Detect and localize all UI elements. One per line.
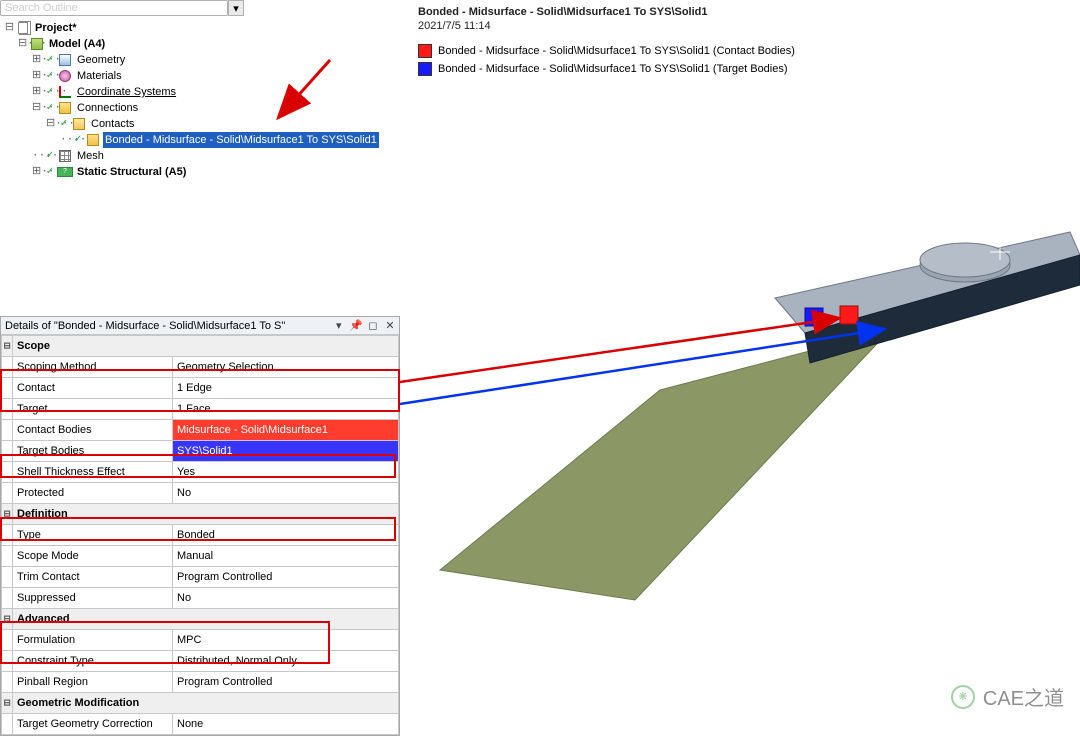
row-suppressed[interactable]: SuppressedNo xyxy=(2,588,399,609)
details-panel: Details of "Bonded - Midsurface - Solid\… xyxy=(0,316,400,736)
details-grid: ⊟Scope Scoping MethodGeometry Selection … xyxy=(1,335,399,735)
row-target-bodies[interactable]: Target BodiesSYS\Solid1 xyxy=(2,441,399,462)
tree-item-connections[interactable]: ⊟···· ✓ Connections xyxy=(4,100,400,116)
twisty-plus-icon[interactable]: ⊞···· xyxy=(32,84,43,100)
row-target-geom-corr[interactable]: Target Geometry CorrectionNone xyxy=(2,714,399,735)
contacts-icon xyxy=(71,117,87,131)
tree-label: Model (A4) xyxy=(47,36,107,52)
outline-search-placeholder: Search Outline xyxy=(5,2,78,14)
model-scene xyxy=(410,0,1080,723)
row-pinball[interactable]: Pinball RegionProgram Controlled xyxy=(2,672,399,693)
details-header: Details of "Bonded - Midsurface - Solid\… xyxy=(1,317,399,335)
tree-item-static[interactable]: ⊞···· ✓ ? Static Structural (A5) xyxy=(4,164,400,180)
close-icon[interactable]: ✕ xyxy=(383,319,397,332)
boss-rim xyxy=(920,243,1010,277)
outline-search-dropdown[interactable]: ▾ xyxy=(228,0,244,16)
tree-label-selected: Bonded - Midsurface - Solid\Midsurface1 … xyxy=(103,132,379,148)
tree-label: Connections xyxy=(75,100,140,116)
tree-label: Geometry xyxy=(75,52,127,68)
row-trim-contact[interactable]: Trim ContactProgram Controlled xyxy=(2,567,399,588)
target-marker xyxy=(805,308,823,326)
static-structural-icon: ? xyxy=(57,165,73,179)
twisty-plus-icon[interactable]: ⊞···· xyxy=(32,68,43,84)
row-type[interactable]: TypeBonded xyxy=(2,525,399,546)
tree-item-geometry[interactable]: ⊞···· ✓ Geometry xyxy=(4,52,400,68)
row-scoping-method[interactable]: Scoping MethodGeometry Selection xyxy=(2,357,399,378)
contact-region-icon xyxy=(85,133,101,147)
midsurface-body xyxy=(440,330,890,600)
twisty-minus-icon[interactable]: ⊟······ xyxy=(18,36,29,52)
tree-item-contacts[interactable]: ⊟··· ✓ Contacts xyxy=(4,116,400,132)
tree-label: Coordinate Systems xyxy=(75,84,178,100)
project-icon xyxy=(15,21,31,35)
undock-icon[interactable]: ◻ xyxy=(366,319,380,332)
check-question-icon: ✓ xyxy=(43,164,57,180)
outline-search[interactable]: Search Outline xyxy=(0,0,228,16)
check-icon: ✓ xyxy=(43,148,57,164)
geometry-icon xyxy=(57,53,73,67)
connections-icon xyxy=(57,101,73,115)
dropdown-icon[interactable]: ▾ xyxy=(332,319,346,332)
contact-marker xyxy=(840,306,858,324)
tree-label: Materials xyxy=(75,68,124,84)
graphics-area[interactable]: Bonded - Midsurface - Solid\Midsurface1 … xyxy=(410,0,1080,723)
twisty-minus-icon[interactable]: ⊟ xyxy=(4,20,15,36)
row-contact-bodies[interactable]: Contact BodiesMidsurface - Solid\Midsurf… xyxy=(2,420,399,441)
tree-item-model[interactable]: ⊟······ Model (A4) xyxy=(4,36,400,52)
check-icon: ✓ xyxy=(43,100,57,116)
tree-item-project[interactable]: ⊟ Project* xyxy=(4,20,400,36)
twisty-minus-icon[interactable]: ⊟···· xyxy=(32,100,43,116)
group-scope[interactable]: ⊟Scope xyxy=(2,336,399,357)
tree-item-bonded[interactable]: ····· ✓ Bonded - Midsurface - Solid\Mids… xyxy=(4,132,400,148)
check-icon: ✓ xyxy=(43,52,57,68)
tree-label: Mesh xyxy=(75,148,106,164)
tree-label: Static Structural (A5) xyxy=(75,164,188,180)
outline-tree: ⊟ Project* ⊟······ Model (A4) ⊞···· ✓ Ge… xyxy=(0,20,400,180)
row-protected[interactable]: ProtectedNo xyxy=(2,483,399,504)
watermark: ✳ CAE之道 xyxy=(951,682,1064,711)
check-icon: ✓ xyxy=(43,68,57,84)
tree-item-materials[interactable]: ⊞···· ✓ Materials xyxy=(4,68,400,84)
group-advanced[interactable]: ⊟Advanced xyxy=(2,609,399,630)
group-geommod[interactable]: ⊟Geometric Modification xyxy=(2,693,399,714)
twisty-minus-icon[interactable]: ⊟··· xyxy=(46,116,57,132)
row-formulation[interactable]: FormulationMPC xyxy=(2,630,399,651)
row-shell-thickness[interactable]: Shell Thickness EffectYes xyxy=(2,462,399,483)
tree-label: Project* xyxy=(33,20,79,36)
twisty-plus-icon[interactable]: ⊞···· xyxy=(32,52,43,68)
pin-icon[interactable]: 📌 xyxy=(349,319,363,332)
materials-icon xyxy=(57,69,73,83)
tree-leaf-icon: ····· xyxy=(32,148,43,164)
row-target[interactable]: Target1 Face xyxy=(2,399,399,420)
tree-item-mesh[interactable]: ····· ✓ Mesh xyxy=(4,148,400,164)
row-scope-mode[interactable]: Scope ModeManual xyxy=(2,546,399,567)
row-constraint-type[interactable]: Constraint TypeDistributed, Normal Only xyxy=(2,651,399,672)
tree-leaf-icon: ····· xyxy=(60,132,71,148)
twisty-plus-icon[interactable]: ⊞···· xyxy=(32,164,43,180)
tree-label: Contacts xyxy=(89,116,136,132)
mesh-icon xyxy=(57,149,73,163)
row-contact[interactable]: Contact1 Edge xyxy=(2,378,399,399)
model-icon xyxy=(29,37,45,51)
check-icon: ✓ xyxy=(71,132,85,148)
watermark-text: CAE之道 xyxy=(983,682,1064,711)
csys-icon xyxy=(57,85,73,99)
check-icon: ✓ xyxy=(57,116,71,132)
details-title: Details of "Bonded - Midsurface - Solid\… xyxy=(5,320,285,332)
tree-item-csys[interactable]: ⊞···· ✓ Coordinate Systems xyxy=(4,84,400,100)
check-icon: ✓ xyxy=(43,84,57,100)
group-definition[interactable]: ⊟Definition xyxy=(2,504,399,525)
chevron-down-icon: ▾ xyxy=(233,2,239,15)
wechat-icon: ✳ xyxy=(951,685,975,709)
